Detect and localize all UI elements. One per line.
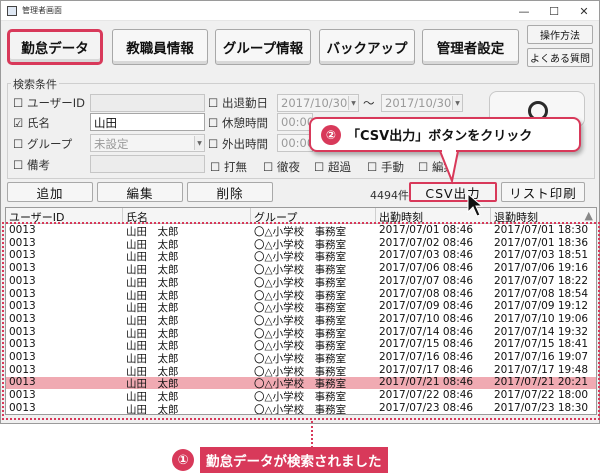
attendance-data-button[interactable]: 勤怠データ [7,29,103,65]
staff-info-button[interactable]: 教職員情報 [112,29,208,65]
check-manual[interactable]: ☐ 手動 [367,159,404,175]
table-highlight-frame [2,222,600,420]
record-count: 4494件 [370,189,409,202]
work-date-label: 出退勤日 [221,96,268,110]
user-id-label: ユーザーID [26,96,85,110]
break-time-field[interactable]: 00:00 [277,113,313,131]
result-note: ① 勤怠データが検索されました [172,447,388,473]
scroll-up-icon[interactable]: ▲ [585,209,593,222]
check-overtime[interactable]: ☐ 超過 [314,159,351,175]
delete-button[interactable]: 削除 [187,182,273,202]
note-checkbox[interactable]: ☐ 備考 [13,157,50,173]
minimize-icon[interactable]: — [509,1,539,21]
name-label: 氏名 [26,116,50,130]
work-date-checkbox[interactable]: ☐ 出退勤日 [208,95,268,111]
group-info-button[interactable]: グループ情報 [215,29,311,65]
title-bar: 管理者画面 — ☐ ✕ [1,1,599,21]
check-no-punch-label: 打無 [223,160,247,174]
user-id-checkbox[interactable]: ☐ ユーザーID [13,95,85,111]
check-manual-label: 手動 [380,160,404,174]
callout-text: 「CSV出力」ボタンをクリック [347,129,533,144]
date-to-field[interactable]: 2017/10/30 [381,94,463,112]
app-icon [7,5,17,16]
note-number: ① [172,449,194,471]
check-edited[interactable]: ☐ 編集 [418,159,455,175]
out-time-checkbox[interactable]: ☐ 外出時間 [208,136,268,152]
callout-number: ② [321,124,341,145]
note-text: 勤怠データが検索されました [200,447,388,473]
csv-callout: ② 「CSV出力」ボタンをクリック [309,117,581,152]
check-no-punch[interactable]: ☐ 打無 [210,159,247,175]
admin-settings-button[interactable]: 管理者設定 [422,29,519,65]
check-edited-label: 編集 [431,160,455,174]
backup-button[interactable]: バックアップ [319,29,415,65]
print-list-button[interactable]: リスト印刷 [501,182,585,202]
chevron-down-icon[interactable]: ▼ [194,136,204,150]
edit-button[interactable]: 編集 [97,182,183,202]
faq-button[interactable]: よくある質問 [527,48,593,67]
note-field[interactable] [90,155,205,173]
check-all-night[interactable]: ☐ 徹夜 [263,159,300,175]
check-overtime-label: 超過 [327,160,351,174]
window-title: 管理者画面 [22,6,62,15]
group-select[interactable]: 未設定 [90,134,205,152]
break-time-label: 休憩時間 [221,116,268,130]
search-conditions-label: 検索条件 [11,76,59,92]
group-checkbox[interactable]: ☐ グループ [13,136,72,152]
add-button[interactable]: 追加 [7,182,93,202]
out-time-label: 外出時間 [221,137,268,151]
out-time-field[interactable]: 00:00 [277,134,313,152]
maximize-icon[interactable]: ☐ [539,1,569,21]
check-all-night-label: 徹夜 [276,160,300,174]
break-time-checkbox[interactable]: ☐ 休憩時間 [208,115,268,131]
name-checkbox[interactable]: ☑ 氏名 [13,115,50,131]
calendar-dropdown-icon[interactable]: ▼ [348,96,358,110]
note-connector [311,421,313,448]
csv-export-button[interactable]: CSV出力 [409,182,497,202]
calendar-dropdown-icon[interactable]: ▼ [452,96,462,110]
close-icon[interactable]: ✕ [569,1,599,21]
group-label: グループ [26,137,73,151]
note-label: 備考 [26,158,50,172]
name-field[interactable]: 山田 [90,113,205,131]
date-from-field[interactable]: 2017/10/30 [277,94,359,112]
date-range-separator: ～ [363,96,375,110]
manual-button[interactable]: 操作方法 [527,25,593,44]
user-id-field[interactable] [90,94,205,112]
app-window: 管理者画面 — ☐ ✕ 勤怠データ 教職員情報 グループ情報 バックアップ 管理… [0,0,600,424]
